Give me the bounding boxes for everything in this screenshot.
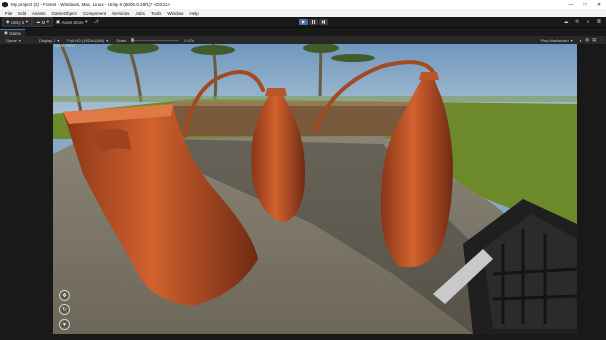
scale-slider-thumb[interactable]	[131, 38, 135, 42]
stats-icon[interactable]: ▤	[592, 37, 596, 43]
display-dropdown[interactable]: Display 1 ▾	[35, 38, 63, 43]
menu-window[interactable]: Window	[164, 11, 186, 16]
chevron-down-icon: ▾	[46, 19, 49, 24]
menu-tools[interactable]: Tools	[148, 11, 165, 16]
step-button[interactable]	[319, 19, 328, 25]
display-label: Display 1	[38, 37, 56, 43]
window-controls: — □ ✕	[564, 0, 606, 9]
step-icon	[322, 20, 325, 24]
cloud-icon: ☁	[35, 19, 41, 24]
menu-bar: File Edit Assets GameObject Component Se…	[0, 9, 606, 17]
account-button[interactable]: ◆ Unity 6 ▾	[2, 17, 32, 27]
tab-bar: ◉ Game	[0, 28, 606, 36]
play-controls	[299, 19, 328, 25]
pause-icon	[312, 20, 315, 24]
cloud-services-icon[interactable]: ☁	[563, 19, 569, 25]
history-icon[interactable]: ⟲	[574, 19, 580, 25]
game-view-toolbar: Game ▾ Display 1 ▾ Full HD (1920x1080) ▾…	[0, 36, 606, 44]
resolution-label: Full HD (1920x1080)	[67, 37, 105, 43]
search-icon[interactable]: ⌕	[585, 19, 591, 25]
play-icon	[302, 20, 305, 24]
game-scene	[53, 44, 577, 334]
bottom-strip	[0, 334, 606, 340]
right-panel	[577, 44, 606, 340]
game-mode-dropdown[interactable]: Game ▾	[2, 38, 25, 43]
game-view-right-controls: Play Maximized ▾ ◐ ◍ ▤ ⋮	[537, 37, 604, 43]
account-label: Unity 6	[10, 19, 25, 25]
maximize-button[interactable]: □	[578, 0, 592, 9]
title-bar: My project (2) - Forest - Windows, Mac, …	[0, 0, 606, 9]
chevron-down-icon: ▾	[570, 37, 573, 43]
scale-value: 0.47x	[184, 37, 195, 43]
store-icon: ▣	[55, 19, 60, 24]
asset-store-button[interactable]: ▣ Asset Store ▾	[53, 18, 90, 26]
window-title: My project (2) - Forest - Windows, Mac, …	[11, 2, 171, 7]
mute-audio-icon[interactable]: ◐	[580, 38, 583, 43]
favorite-button[interactable]: ♥	[59, 319, 70, 330]
chevron-down-icon: ▾	[25, 19, 28, 24]
menu-component[interactable]: Component	[80, 11, 109, 16]
tab-game-label: Game	[9, 30, 21, 36]
left-panel	[0, 44, 53, 340]
camera-rotate-button[interactable]: ↻	[59, 304, 70, 315]
play-mode-dropdown[interactable]: Play Maximized ▾	[537, 38, 577, 43]
menu-jobs[interactable]: Jobs	[132, 11, 148, 16]
chevron-down-icon: ▾	[57, 37, 60, 43]
game-mode-label: Game	[6, 37, 17, 43]
unity-logo-icon	[2, 1, 8, 8]
chevron-down-icon: ▾	[18, 37, 21, 43]
menu-assets[interactable]: Assets	[29, 11, 49, 16]
scale-label: Scale	[116, 37, 127, 43]
layers-icon[interactable]: ≣	[596, 19, 602, 25]
scale-slider[interactable]	[131, 38, 180, 42]
user-initial: M	[41, 19, 46, 25]
resolution-dropdown[interactable]: Full HD (1920x1080) ▾	[63, 38, 112, 43]
chevron-down-icon: ▾	[85, 19, 88, 24]
game-viewport[interactable]: GAME VIEW ✥ ↻ ♥	[53, 44, 577, 334]
version-control-button[interactable]: ⎇	[90, 18, 101, 26]
main-toolbar: ◆ Unity 6 ▾ ☁ M ▾ ▣ Asset Store ▾ ⎇ ☁ ⟲ …	[0, 17, 606, 28]
play-mode-label: Play Maximized	[540, 37, 569, 43]
play-button[interactable]	[299, 19, 308, 25]
menu-services[interactable]: Services	[109, 11, 132, 16]
game-view-stats: GAME VIEW	[54, 44, 75, 48]
unity-icon: ◆	[6, 19, 10, 24]
menu-help[interactable]: Help	[186, 11, 201, 16]
menu-edit[interactable]: Edit	[15, 11, 29, 16]
gizmos-icon[interactable]: ◍	[585, 37, 589, 43]
chevron-down-icon: ▾	[106, 37, 109, 43]
asset-store-label: Asset Store	[61, 19, 84, 25]
user-account-button[interactable]: ☁ M ▾	[31, 17, 53, 27]
toolbar-right: ☁ ⟲ ⌕ ≣	[563, 19, 602, 25]
more-options-icon[interactable]: ⋮	[600, 37, 605, 43]
pause-button[interactable]	[309, 19, 318, 25]
menu-gameobject[interactable]: GameObject	[49, 11, 80, 16]
scale-control: Scale 0.47x	[112, 38, 198, 43]
camera-move-button[interactable]: ✥	[59, 290, 70, 301]
branch-icon: ⎇	[93, 19, 99, 24]
menu-file[interactable]: File	[2, 11, 15, 16]
close-button[interactable]: ✕	[592, 0, 606, 9]
tab-game[interactable]: ◉ Game	[0, 29, 25, 36]
minimize-button[interactable]: —	[564, 0, 578, 9]
